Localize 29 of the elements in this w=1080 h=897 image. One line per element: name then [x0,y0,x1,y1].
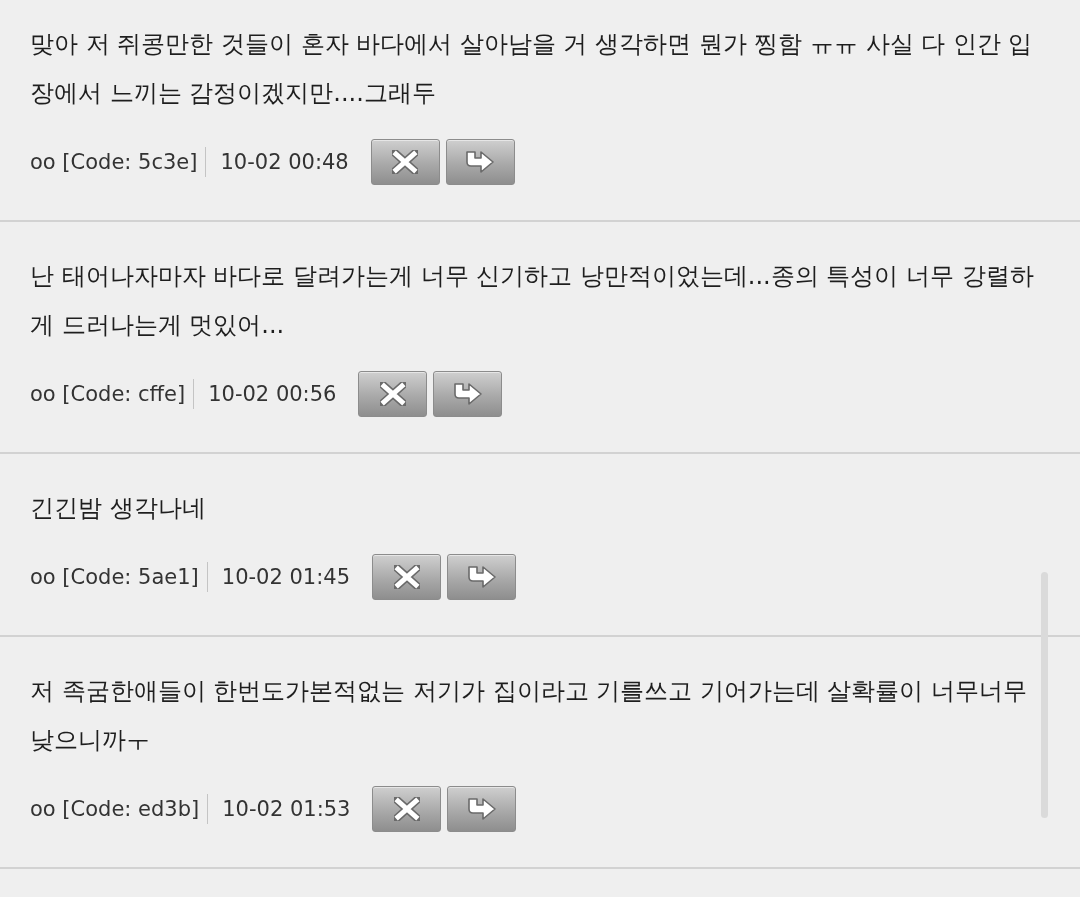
comment-time: 10-02 01:45 [221,565,350,589]
scrollbar-thumb[interactable] [1041,572,1048,818]
comment-text: 긴긴밤 생각나네 [30,493,207,524]
curved-arrow-icon [466,797,497,821]
reply-button[interactable] [447,554,516,600]
x-icon [393,565,420,589]
comment-time: 10-02 00:56 [208,382,337,406]
delete-button[interactable] [372,786,442,832]
curved-arrow-icon [466,565,497,589]
comment-author: oo [Code: 5ae1] [30,565,199,589]
x-icon [392,150,419,174]
reply-button[interactable] [433,371,503,417]
comment-text: 난 태어나자마자 바다로 달려가는게 너무 신기하고 낭만적이었는데...종의 특성이 너무 강렬하게 드러나는게 멋있어... [30,261,1035,341]
comment-author: oo [Code: cffe] [30,382,186,406]
curved-arrow-icon [465,150,496,174]
curved-arrow-icon [452,382,483,406]
comment-time: 10-02 00:48 [220,150,349,174]
comment-text: 맞아 저 쥐콩만한 것들이 혼자 바다에서 살아남을 거 생각하면 뭔가 찡함 ㅠㅠ 사실 다 인간 입장에서 느끼는 감정이겠지만....그래두 [30,29,1034,109]
delete-button[interactable] [358,371,428,417]
delete-button[interactable] [372,554,441,600]
comment-author: oo [Code: ed3b] [30,797,200,821]
x-icon [393,797,420,821]
comment-author: oo [Code: 5c3e] [30,150,198,174]
comment-time: 10-02 01:53 [222,797,351,821]
reply-button[interactable] [445,139,515,185]
x-icon [379,382,406,406]
reply-button[interactable] [447,786,517,832]
delete-button[interactable] [370,139,440,185]
comment-text: 저 족굼한애들이 한번도가본적없는 저기가 집이라고 기를쓰고 기어가는데 살확률이 너무너무낮으니까ㅜ [30,676,1029,756]
